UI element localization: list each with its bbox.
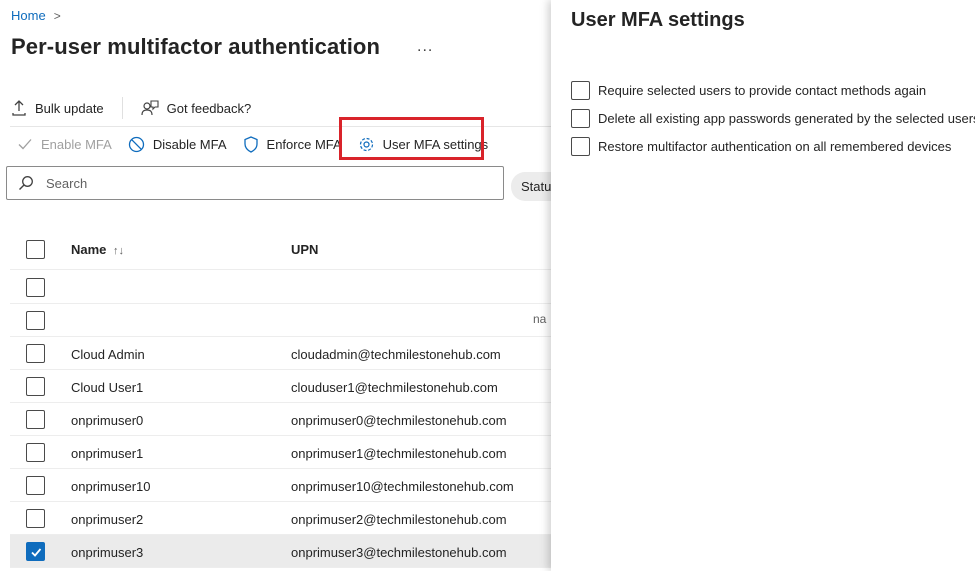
breadcrumb: Home > (11, 8, 61, 23)
row-upn: onprimuser0@techmilestonehub.com (291, 413, 507, 428)
enable-mfa-label: Enable MFA (41, 136, 112, 152)
table-row[interactable]: onprimuser3 onprimuser3@techmilestonehub.… (10, 535, 551, 568)
primary-toolbar: Bulk update Got feedback? (11, 96, 251, 120)
name-column-label: Name (71, 241, 107, 257)
option-delete-app-passwords[interactable]: Delete all existing app passwords genera… (571, 109, 975, 128)
status-filter-pill[interactable]: Status (511, 172, 551, 201)
row-name: Cloud Admin (71, 347, 145, 362)
option-checkbox[interactable] (571, 81, 590, 100)
row-checkbox[interactable] (26, 410, 45, 429)
more-options-button[interactable]: ... (417, 38, 433, 56)
enable-mfa-button[interactable]: Enable MFA (17, 136, 112, 152)
row-name: onprimuser3 (71, 545, 144, 560)
table-row[interactable]: onprimuser10 onprimuser10@techmilestonehu… (10, 469, 551, 502)
row-name: onprimuser2 (71, 512, 144, 527)
row-checkbox[interactable] (26, 278, 45, 297)
select-all-checkbox[interactable] (26, 239, 45, 259)
row-checkbox[interactable] (26, 344, 45, 363)
table-row[interactable] (10, 271, 551, 304)
row-name: Cloud User1 (71, 380, 144, 395)
header-separator (10, 269, 551, 270)
sort-icon: ↑↓ (113, 244, 125, 257)
option-restore-mfa-devices[interactable]: Restore multifactor authentication on al… (571, 137, 951, 156)
bulk-update-button[interactable]: Bulk update (11, 100, 104, 116)
disable-mfa-label: Disable MFA (152, 136, 227, 152)
row-upn: clouduser1@techmilestonehub.com (291, 380, 498, 395)
feedback-person-icon (141, 100, 159, 116)
disable-mfa-button[interactable]: Disable MFA (128, 136, 227, 153)
upload-icon (12, 100, 26, 116)
option-label: Require selected users to provide contac… (598, 83, 927, 98)
feedback-label: Got feedback? (166, 100, 252, 116)
row-checkbox[interactable] (26, 311, 45, 330)
feedback-button[interactable]: Got feedback? (141, 99, 252, 117)
row-upn: onprimuser2@techmilestonehub.com (291, 512, 507, 527)
option-checkbox[interactable] (571, 137, 590, 156)
row-name: onprimuser0 (71, 413, 144, 428)
breadcrumb-separator-icon: > (53, 8, 61, 23)
name-column-header[interactable]: Name ↑↓ (71, 242, 124, 257)
table-row[interactable]: Cloud Admin cloudadmin@techmilestonehub.c… (10, 337, 551, 370)
option-label: Restore multifactor authentication on al… (598, 139, 952, 154)
main-content: Home > Per-user multifactor authenticati… (0, 0, 551, 571)
page-title: Per-user multifactor authentication (11, 34, 381, 59)
row-upn: onprimuser3@techmilestonehub.com (291, 545, 507, 560)
table-row[interactable]: onprimuser0 onprimuser0@techmilestonehub.… (10, 403, 551, 436)
table-header: Name ↑↓ UPN (10, 230, 551, 268)
row-name: onprimuser1 (71, 446, 144, 461)
search-box (6, 166, 504, 200)
shield-icon (243, 135, 258, 153)
user-mfa-settings-panel: User MFA settings Require selected users… (551, 0, 975, 571)
table-row[interactable]: onprimuser1 onprimuser1@techmilestonehub.… (10, 436, 551, 469)
bulk-update-label: Bulk update (35, 100, 104, 116)
row-checkbox[interactable] (26, 542, 45, 561)
truncated-cell-text: na (533, 312, 547, 326)
row-checkbox[interactable] (26, 509, 45, 528)
upn-column-header[interactable]: UPN (291, 242, 318, 257)
option-require-contact-methods[interactable]: Require selected users to provide contac… (571, 81, 926, 100)
breadcrumb-home-link[interactable]: Home (11, 8, 46, 23)
table-row[interactable]: Cloud User1 clouduser1@techmilestonehub.c… (10, 370, 551, 403)
row-checkbox[interactable] (26, 476, 45, 495)
row-checkbox[interactable] (26, 377, 45, 396)
table-row[interactable] (10, 304, 551, 337)
checkmark-icon (30, 547, 41, 557)
checkmark-icon (18, 139, 32, 150)
row-checkbox[interactable] (26, 443, 45, 462)
option-checkbox[interactable] (571, 109, 590, 128)
highlight-box (339, 117, 484, 160)
enforce-mfa-button[interactable]: Enforce MFA (243, 135, 342, 153)
panel-title: User MFA settings (571, 9, 745, 31)
toolbar-divider (121, 97, 123, 119)
search-input[interactable] (44, 174, 468, 192)
option-label: Delete all existing app passwords genera… (598, 111, 975, 126)
row-upn: onprimuser1@techmilestonehub.com (291, 446, 507, 461)
block-icon (128, 136, 144, 152)
enforce-mfa-label: Enforce MFA (266, 136, 342, 152)
row-name: onprimuser10 (71, 479, 151, 494)
table-row[interactable]: onprimuser2 onprimuser2@techmilestonehub.… (10, 502, 551, 535)
search-icon (19, 176, 33, 190)
row-upn: onprimuser10@techmilestonehub.com (291, 479, 514, 494)
row-upn: cloudadmin@techmilestonehub.com (291, 347, 501, 362)
